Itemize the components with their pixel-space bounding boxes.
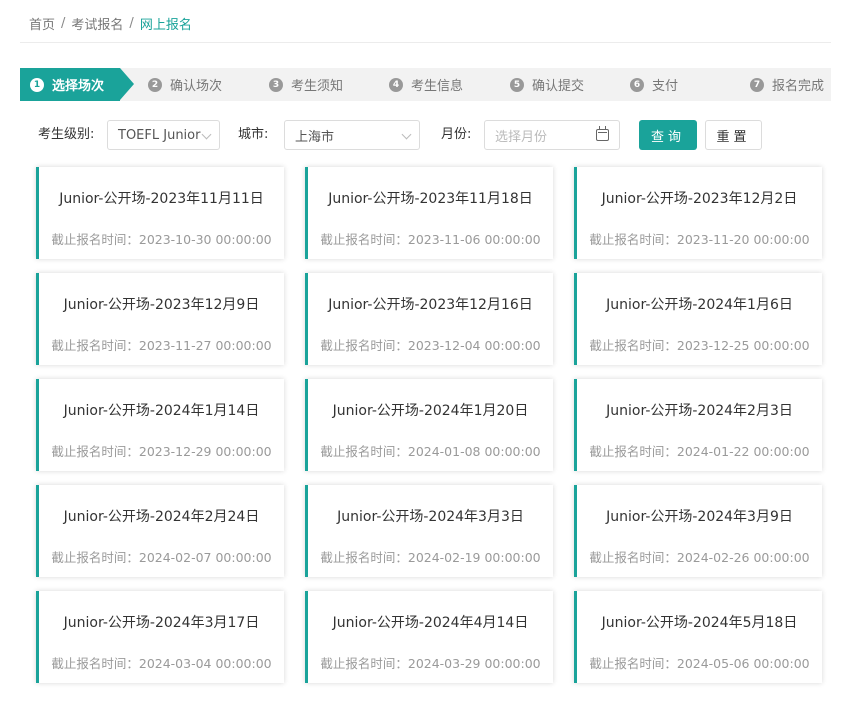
step-number-icon: 2 [148, 77, 162, 92]
session-card[interactable]: Junior-公开场-2024年3月17日 截止报名时间：2024-03-04 0… [36, 591, 284, 683]
session-title: Junior-公开场-2023年11月11日 [59, 191, 264, 207]
step-label: 考生须知 [291, 79, 344, 94]
step-active-arrow [120, 68, 134, 100]
session-card[interactable]: Junior-公开场-2024年2月24日 截止报名时间：2024-02-07 0… [36, 485, 284, 577]
breadcrumb: 首页 / 考试报名 / 网上报名 [29, 13, 192, 33]
session-title: Junior-公开场-2024年5月18日 [601, 615, 798, 631]
level-select-value: TOEFL Junior [118, 127, 201, 143]
calendar-icon [596, 126, 609, 141]
step-registration-complete: 7 报名完成 [750, 68, 824, 101]
session-title: Junior-公开场-2023年12月9日 [63, 297, 260, 313]
session-title: Junior-公开场-2023年12月16日 [328, 297, 533, 313]
breadcrumb-home-link[interactable]: 首页 [29, 14, 55, 33]
session-deadline: 截止报名时间：2024-01-08 00:00:00 [320, 444, 541, 459]
step-label: 支付 [652, 79, 679, 94]
chevron-down-icon [401, 129, 412, 140]
session-card[interactable]: Junior-公开场-2024年3月9日截止报名时间：2024-02-26 00… [574, 485, 822, 577]
city-select-value: 上海市 [295, 129, 335, 145]
chevron-down-icon [201, 129, 212, 140]
step-number-icon: 1 [30, 77, 44, 92]
session-card[interactable]: Junior-公开场-2024年3月3日截止报名时间：2024-02-19 00… [305, 485, 553, 577]
step-confirm-session: 2 确认场次 [148, 68, 222, 101]
session-title: Junior-公开场-2024年1月14日 [63, 403, 260, 419]
level-label: 考生级别: [38, 127, 95, 142]
session-card[interactable]: Junior-公开场-2024年1月14日 截止报名时间：2023-12-29 0… [36, 379, 284, 471]
step-candidate-notice: 3 考生须知 [269, 68, 343, 101]
session-deadline: 截止报名时间：2023-11-27 00:00:00 [51, 338, 272, 353]
session-deadline: 截止报名时间：2023-11-06 00:00:00 [320, 232, 541, 247]
month-picker[interactable]: 选择月份 [484, 120, 620, 150]
session-title: Junior-公开场-2024年4月14日 [332, 615, 529, 631]
step-number-icon: 7 [750, 77, 764, 92]
step-candidate-info: 4 考生信息 [389, 68, 463, 101]
step-number-icon: 3 [269, 77, 283, 92]
session-title: Junior-公开场-2023年11月18日 [328, 191, 533, 207]
session-card[interactable]: Junior-公开场-2024年2月3日截止报名时间：2024-01-22 00… [574, 379, 822, 471]
session-deadline: 截止报名时间：2024-05-06 00:00:00 [589, 656, 810, 671]
session-deadline: 截止报名时间：2023-10-30 00:00:00 [51, 232, 272, 247]
session-deadline: 截止报名时间：2024-03-29 00:00:00 [320, 656, 541, 671]
session-deadline: 截止报名时间：2023-12-04 00:00:00 [320, 338, 541, 353]
session-title: Junior-公开场-2024年3月3日 [337, 509, 524, 525]
session-card[interactable]: Junior-公开场-2023年12月16日 截止报名时间：2023-12-04 … [305, 273, 553, 365]
city-select[interactable]: 上海市 [284, 120, 420, 150]
city-label: 城市: [238, 127, 269, 142]
session-deadline: 截止报名时间：2023-11-20 00:00:00 [589, 232, 810, 247]
breadcrumb-separator: / [61, 15, 66, 31]
reset-button[interactable]: 重置 [705, 120, 762, 150]
step-select-session: 1 选择场次 [20, 68, 120, 101]
session-card[interactable]: Junior-公开场-2024年1月6日截止报名时间：2023-12-25 00… [574, 273, 822, 365]
step-number-icon: 6 [630, 77, 644, 92]
search-button[interactable]: 查询 [639, 120, 697, 150]
breadcrumb-current: 网上报名 [139, 17, 192, 33]
month-label: 月份: [441, 127, 472, 142]
session-card[interactable]: Junior-公开场-2024年1月20日 截止报名时间：2024-01-08 0… [305, 379, 553, 471]
breadcrumb-separator: / [129, 15, 134, 31]
session-card[interactable]: Junior-公开场-2023年12月9日 截止报名时间：2023-11-27 0… [36, 273, 284, 365]
step-label: 考生信息 [411, 79, 464, 94]
session-deadline: 截止报名时间：2024-01-22 00:00:00 [589, 444, 810, 459]
step-label: 选择场次 [52, 79, 105, 94]
session-card[interactable]: Junior-公开场-2024年5月18日 截止报名时间：2024-05-06 0… [574, 591, 822, 683]
session-card[interactable]: Junior-公开场-2023年11月18日 截止报名时间：2023-11-06 … [305, 167, 553, 259]
session-card[interactable]: Junior-公开场-2023年12月2日 截止报名时间：2023-11-20 0… [574, 167, 822, 259]
session-title: Junior-公开场-2024年1月20日 [332, 403, 529, 419]
step-number-icon: 4 [389, 77, 403, 92]
session-deadline: 截止报名时间：2024-02-19 00:00:00 [320, 550, 541, 565]
session-title: Junior-公开场-2024年2月24日 [63, 509, 260, 525]
breadcrumb-divider [20, 42, 831, 43]
step-payment: 6 支付 [630, 68, 678, 101]
level-select[interactable]: TOEFL Junior [107, 120, 220, 150]
month-picker-placeholder: 选择月份 [495, 129, 548, 145]
session-card[interactable]: Junior-公开场-2023年11月11日 截止报名时间：2023-10-30 … [36, 167, 284, 259]
step-confirm-submit: 5 确认提交 [510, 68, 584, 101]
session-title: Junior-公开场-2024年3月17日 [63, 615, 260, 631]
step-label: 确认场次 [170, 79, 223, 94]
breadcrumb-exam-link[interactable]: 考试报名 [71, 14, 123, 33]
session-title: Junior-公开场-2024年1月6日 [606, 297, 793, 313]
session-deadline: 截止报名时间：2024-02-07 00:00:00 [51, 550, 272, 565]
session-deadline: 截止报名时间：2023-12-29 00:00:00 [51, 444, 272, 459]
session-title: Junior-公开场-2024年2月3日 [606, 403, 793, 419]
session-deadline: 截止报名时间：2024-03-04 00:00:00 [51, 656, 272, 671]
session-deadline: 截止报名时间：2024-02-26 00:00:00 [589, 550, 810, 565]
filter-bar: 考生级别: TOEFL Junior 城市: 上海市 月份: 选择月份 查询 重… [36, 120, 816, 150]
session-title: Junior-公开场-2023年12月2日 [601, 191, 798, 207]
step-label: 报名完成 [772, 79, 825, 94]
progress-steps: 1 选择场次 2 确认场次 3 考生须知 4 考生信息 5 确认提交 6 支付 … [20, 68, 831, 101]
session-card[interactable]: Junior-公开场-2024年4月14日 截止报名时间：2024-03-29 0… [305, 591, 553, 683]
session-deadline: 截止报名时间：2023-12-25 00:00:00 [589, 338, 810, 353]
step-number-icon: 5 [510, 77, 524, 92]
session-title: Junior-公开场-2024年3月9日 [606, 509, 793, 525]
step-label: 确认提交 [532, 79, 585, 94]
